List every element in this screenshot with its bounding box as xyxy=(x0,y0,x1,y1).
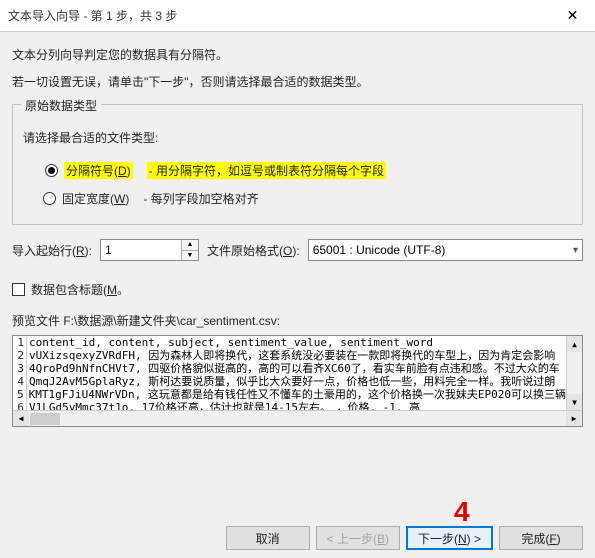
next-button[interactable]: 下一步(N) > xyxy=(406,526,493,550)
close-button[interactable]: ✕ xyxy=(550,0,595,32)
cancel-button[interactable]: 取消 xyxy=(226,526,310,550)
startrow-spinner[interactable]: ▲ ▼ xyxy=(100,239,199,261)
startrow-label: 导入起始行(R): xyxy=(12,242,92,259)
encoding-select[interactable]: 65001 : Unicode (UTF-8) ▾ xyxy=(308,239,583,261)
checkbox-icon xyxy=(12,283,25,296)
title-bar: 文本导入向导 - 第 1 步，共 3 步 ✕ xyxy=(0,0,595,32)
startrow-input[interactable] xyxy=(101,240,181,260)
intro-text-2: 若一切设置无误，请单击"下一步"，否则请选择最合适的数据类型。 xyxy=(12,73,583,90)
radio-delimited-desc: - 用分隔字符，如逗号或制表符分隔每个字段 xyxy=(147,162,386,179)
radio-fixed-desc: - 每列字段加空格对齐 xyxy=(143,190,258,207)
dialog-body: 文本分列向导判定您的数据具有分隔符。 若一切设置无误，请单击"下一步"，否则请选… xyxy=(0,32,595,427)
preview-line: 34QroPd9hNfnCHVt7, 四驱价格貌似挺高的，高的可以看齐XC60了… xyxy=(13,362,566,375)
radio-icon xyxy=(45,164,58,177)
group-legend: 原始数据类型 xyxy=(21,97,101,114)
close-icon: ✕ xyxy=(567,7,579,24)
scroll-right-icon[interactable]: ▶ xyxy=(566,411,582,427)
spinner-up-icon[interactable]: ▲ xyxy=(182,240,198,251)
window-title: 文本导入向导 - 第 1 步，共 3 步 xyxy=(8,7,550,24)
preview-box: 1content_id, content, subject, sentiment… xyxy=(12,335,583,427)
row-start-encoding: 导入起始行(R): ▲ ▼ 文件原始格式(O): 65001 : Unicode… xyxy=(12,239,583,261)
radio-icon xyxy=(43,192,56,205)
group-original-type: 原始数据类型 请选择最合适的文件类型: 分隔符号(D) - 用分隔字符，如逗号或… xyxy=(12,104,583,225)
scroll-down-icon[interactable]: ▼ xyxy=(567,394,582,410)
horizontal-scrollbar[interactable]: ◀ ▶ xyxy=(13,410,582,426)
spinner-down-icon[interactable]: ▼ xyxy=(182,251,198,261)
preview-line: 6V1LGd5yMmc37t1o, 17价格还高，估计也就是14-15左右。 ，… xyxy=(13,401,566,410)
encoding-value: 65001 : Unicode (UTF-8) xyxy=(313,243,446,257)
annotation-handwritten: 4 xyxy=(454,496,470,528)
encoding-label: 文件原始格式(O): xyxy=(207,242,300,259)
header-checkbox-row[interactable]: 数据包含标题(M。 xyxy=(12,281,583,298)
preview-content: 1content_id, content, subject, sentiment… xyxy=(13,336,566,410)
header-checkbox-label: 数据包含标题(M。 xyxy=(31,281,129,298)
spinner-buttons: ▲ ▼ xyxy=(181,240,198,260)
finish-button[interactable]: 完成(F) xyxy=(499,526,583,550)
preview-line: 4QmqJ2AvM5GplaRyz, 斯柯达要说质量，似乎比大众要好一点，价格也… xyxy=(13,375,566,388)
scroll-thumb[interactable] xyxy=(30,413,60,425)
button-bar: 取消 < 上一步(B) 下一步(N) > 完成(F) xyxy=(226,526,583,550)
scroll-up-icon[interactable]: ▲ xyxy=(567,336,582,352)
preview-label: 预览文件 F:\数据源\新建文件夹\car_sentiment.csv: xyxy=(12,312,583,329)
preview-line: 2vUXizsqexyZVRdFH, 因为森林人即将换代，这套系统没必要装在一款… xyxy=(13,349,566,362)
radio-delimited-label: 分隔符号(D) xyxy=(64,162,133,179)
group-prompt: 请选择最合适的文件类型: xyxy=(23,129,572,146)
radio-fixed-width[interactable]: 固定宽度(W) - 每列字段加空格对齐 xyxy=(43,188,572,208)
preview-line: 1content_id, content, subject, sentiment… xyxy=(13,336,566,349)
scroll-left-icon[interactable]: ◀ xyxy=(13,411,29,427)
radio-delimited[interactable]: 分隔符号(D) - 用分隔字符，如逗号或制表符分隔每个字段 xyxy=(43,160,388,180)
back-button: < 上一步(B) xyxy=(316,526,400,550)
radio-fixed-label: 固定宽度(W) xyxy=(62,190,129,207)
chevron-down-icon: ▾ xyxy=(573,245,578,256)
intro-text-1: 文本分列向导判定您的数据具有分隔符。 xyxy=(12,46,583,63)
vertical-scrollbar[interactable]: ▲ ▼ xyxy=(566,336,582,410)
preview-line: 5KMT1gFJiU4NWrVDn, 这玩意都是给有钱任性又不懂车的土豪用的，这… xyxy=(13,388,566,401)
